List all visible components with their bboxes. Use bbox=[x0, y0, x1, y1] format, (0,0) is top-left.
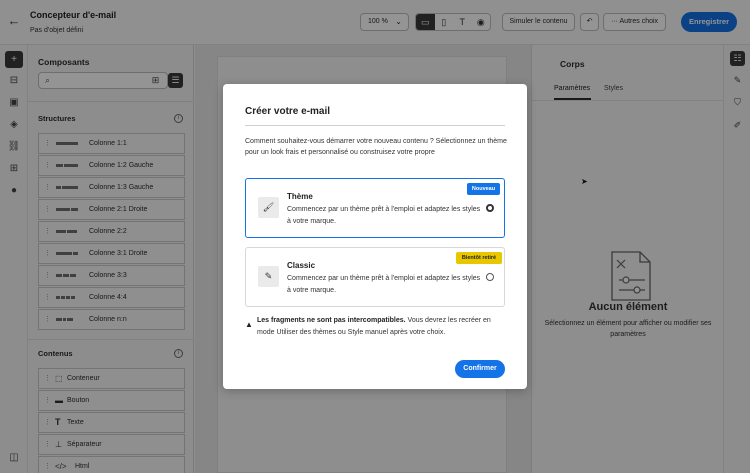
radio-theme[interactable] bbox=[486, 204, 494, 212]
new-badge: Nouveau bbox=[467, 183, 500, 195]
dialog-title: Créer votre e-mail bbox=[245, 106, 331, 117]
classic-option-card[interactable]: Bientôt retiré ✎ Classic Commencez par u… bbox=[245, 247, 505, 307]
warning-message: Les fragments ne sont pas intercompatibl… bbox=[257, 315, 507, 339]
alert-icon: ▲ bbox=[245, 320, 253, 329]
option-description: Commencez par un thème prêt à l'emploi e… bbox=[287, 206, 481, 225]
brush-icon: 🖌 bbox=[258, 197, 279, 218]
dialog-intro: Comment souhaitez-vous démarrer votre no… bbox=[245, 138, 507, 156]
theme-option-card[interactable]: Nouveau 🖌 Thème Commencez par un thème p… bbox=[245, 178, 505, 238]
edit-icon: ✎ bbox=[258, 266, 279, 287]
option-title: Thème bbox=[287, 192, 313, 201]
option-description: Commencez par un thème prêt à l'emploi e… bbox=[287, 275, 481, 294]
dialog-divider bbox=[245, 125, 505, 126]
warning-bold: Les fragments ne sont pas intercompatibl… bbox=[257, 317, 406, 324]
deprecated-badge: Bientôt retiré bbox=[456, 252, 502, 264]
create-email-dialog: Créer votre e-mail Comment souhaitez-vou… bbox=[223, 84, 527, 389]
confirm-button[interactable]: Confirmer bbox=[455, 360, 505, 378]
radio-classic[interactable] bbox=[486, 273, 494, 281]
option-title: Classic bbox=[287, 261, 316, 270]
